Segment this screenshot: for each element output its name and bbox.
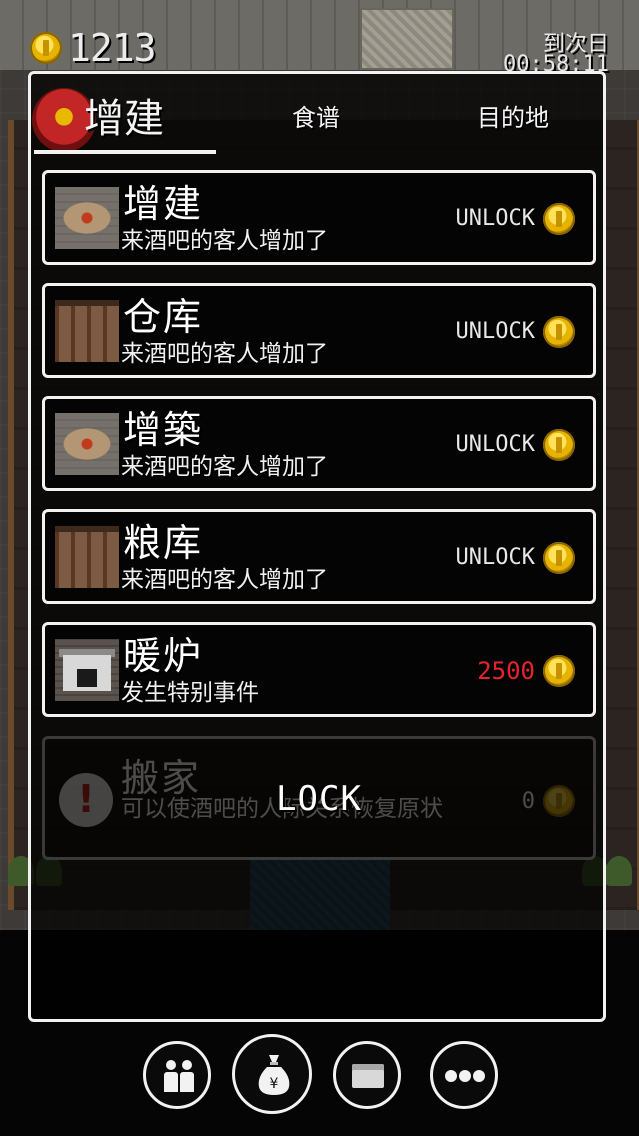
item-price: 2500: [477, 657, 535, 685]
tab-build[interactable]: 增建: [84, 86, 164, 144]
item-title: 暖炉: [123, 634, 204, 678]
item-title: 粮库: [123, 521, 204, 565]
storeroom-thumbnail-icon: [55, 300, 119, 362]
item-price: UNLOCK: [455, 206, 535, 231]
crates: [360, 8, 454, 70]
item-title: 仓库: [123, 295, 204, 339]
item-title: 增建: [123, 182, 204, 226]
coin-icon: [543, 203, 575, 235]
nav-shop-button[interactable]: ¥: [232, 1034, 312, 1114]
money-counter: 1213: [68, 26, 157, 70]
nav-staff-button[interactable]: [143, 1041, 211, 1109]
money-bag-icon: ¥: [258, 1055, 290, 1095]
tab-recipes[interactable]: 食谱: [292, 98, 340, 133]
item-description: 来酒吧的客人增加了: [121, 341, 328, 367]
lock-label: LOCK: [276, 779, 362, 819]
upgrade-item-storage[interactable]: 仓库 来酒吧的客人增加了 UNLOCK: [42, 283, 596, 378]
table-thumbnail-icon: [55, 413, 119, 475]
upgrade-item-expand-2[interactable]: 增築 来酒吧的客人增加了 UNLOCK: [42, 396, 596, 491]
fireplace-thumbnail-icon: [55, 639, 119, 701]
coin-icon: [543, 429, 575, 461]
item-price: UNLOCK: [455, 432, 535, 457]
item-price: UNLOCK: [455, 545, 535, 570]
coin-icon: [543, 542, 575, 574]
item-description: 来酒吧的客人增加了: [121, 454, 328, 480]
coin-icon: [543, 316, 575, 348]
upgrade-item-move-locked: ! 搬家 可以使酒吧的人际关系恢复原状 0 LOCK: [42, 736, 596, 860]
more-dots-icon: [445, 1070, 485, 1084]
granary-thumbnail-icon: [55, 526, 119, 588]
svg-text:¥: ¥: [270, 1076, 279, 1092]
item-description: 来酒吧的客人增加了: [121, 228, 328, 254]
table-thumbnail-icon: [55, 187, 119, 249]
item-price: UNLOCK: [455, 319, 535, 344]
item-description: 来酒吧的客人增加了: [121, 567, 328, 593]
upgrade-item-fireplace[interactable]: 暖炉 发生特别事件 2500: [42, 622, 596, 717]
coin-icon: [30, 32, 62, 64]
people-icon: [164, 1060, 194, 1092]
item-title: 增築: [123, 408, 204, 452]
item-description: 发生特别事件: [121, 680, 259, 706]
upgrade-item-expand[interactable]: 增建 来酒吧的客人增加了 UNLOCK: [42, 170, 596, 265]
active-tab-underline: [34, 150, 216, 154]
coin-icon: [543, 655, 575, 687]
tab-destination[interactable]: 目的地: [477, 98, 549, 133]
potted-plant: [606, 856, 632, 886]
nav-folder-button[interactable]: [333, 1041, 401, 1109]
folder-icon: [352, 1064, 384, 1088]
upgrade-item-granary[interactable]: 粮库 来酒吧的客人增加了 UNLOCK: [42, 509, 596, 604]
nav-more-button[interactable]: [430, 1041, 498, 1109]
